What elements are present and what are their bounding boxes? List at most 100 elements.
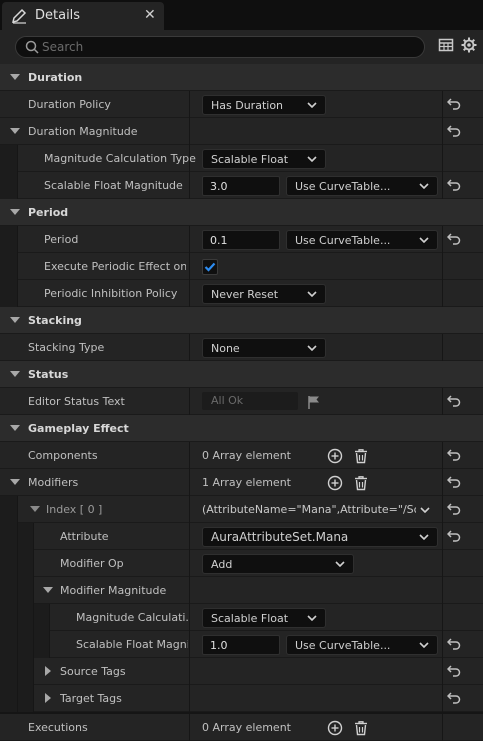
property-label: Components [28, 449, 98, 462]
search-icon [25, 40, 39, 54]
tab-title: Details [35, 8, 81, 23]
category-title: Period [28, 206, 69, 219]
tab-bar: Details ✕ [0, 0, 483, 30]
reset-to-default-icon[interactable] [447, 98, 461, 110]
dropdown-value: Use CurveTable... [295, 639, 391, 652]
chevron-down-icon [419, 534, 429, 540]
chevron-down-icon [419, 183, 429, 189]
chevron-down-icon [307, 615, 317, 621]
trash-icon[interactable] [353, 475, 369, 491]
period-value-input[interactable]: 0.1 [202, 230, 280, 250]
property-scalable-float-magnitude: Scalable Float Magnitude 3.0 Use CurveTa… [0, 172, 483, 199]
chevron-down-icon [419, 237, 429, 243]
stacking-type-dropdown[interactable]: None [202, 338, 326, 358]
reset-to-default-icon[interactable] [447, 233, 461, 245]
property-label: Stacking Type [28, 341, 105, 354]
dropdown-value: Has Duration [211, 99, 284, 112]
array-count: 1 Array element [202, 476, 291, 489]
modifier-op-dropdown[interactable]: Add [202, 554, 354, 574]
property-modifier-op: Modifier Op Add [0, 550, 483, 577]
duration-policy-dropdown[interactable]: Has Duration [202, 95, 326, 115]
magnitude-value-input[interactable]: 1.0 [202, 635, 280, 655]
reset-to-default-icon[interactable] [447, 665, 461, 677]
trash-icon[interactable] [353, 720, 369, 736]
category-period[interactable]: Period [0, 199, 483, 226]
property-magnitude-calculation-type: Magnitude Calculation Type Scalable Floa… [0, 145, 483, 172]
property-label: Executions [28, 721, 88, 734]
add-element-icon[interactable] [327, 448, 343, 464]
array-count: 0 Array element [202, 449, 291, 462]
collapse-arrow-icon[interactable] [10, 209, 20, 215]
reset-to-default-icon[interactable] [447, 530, 461, 542]
execute-periodic-checkbox[interactable] [202, 259, 218, 275]
collapse-arrow-icon[interactable] [10, 479, 20, 485]
property-label: Scalable Float Magni... [76, 638, 188, 651]
property-label: Target Tags [60, 692, 122, 705]
property-label: Attribute [60, 530, 109, 543]
inhibition-policy-dropdown[interactable]: Never Reset [202, 284, 326, 304]
calculation-type-dropdown[interactable]: Scalable Float [202, 149, 326, 169]
gear-icon[interactable] [461, 37, 477, 53]
collapse-arrow-icon[interactable] [30, 506, 40, 512]
trash-icon[interactable] [353, 448, 369, 464]
collapse-arrow-icon[interactable] [10, 425, 20, 431]
curve-table-dropdown[interactable]: Use CurveTable... [286, 230, 438, 250]
chevron-down-icon[interactable] [420, 507, 430, 513]
dropdown-value: AuraAttributeSet.Mana [211, 530, 349, 544]
property-label: Modifiers [28, 476, 79, 489]
expand-arrow-icon[interactable] [45, 666, 51, 676]
reset-to-default-icon[interactable] [447, 476, 461, 488]
collapse-arrow-icon[interactable] [10, 74, 20, 80]
property-label: Periodic Inhibition Policy [44, 287, 178, 300]
checkmark-icon [204, 262, 216, 272]
collapse-arrow-icon[interactable] [43, 587, 53, 593]
array-count: 0 Array element [202, 721, 291, 734]
search-input[interactable] [42, 38, 412, 56]
property-source-tags: Source Tags [0, 658, 483, 685]
reset-to-default-icon[interactable] [447, 395, 461, 407]
expand-arrow-icon[interactable] [45, 693, 51, 703]
reset-to-default-icon[interactable] [447, 179, 461, 191]
curve-table-dropdown[interactable]: Use CurveTable... [286, 635, 438, 655]
collapse-arrow-icon[interactable] [10, 371, 20, 377]
reset-to-default-icon[interactable] [447, 503, 461, 515]
category-title: Gameplay Effect [28, 422, 129, 435]
property-nested-scalable-float-magnitude: Scalable Float Magni... 1.0 Use CurveTab… [0, 631, 483, 658]
property-duration-policy: Duration Policy Has Duration [0, 91, 483, 118]
property-label: Index [ 0 ] [46, 503, 103, 516]
category-gameplay-effect[interactable]: Gameplay Effect [0, 415, 483, 442]
chevron-down-icon [307, 345, 317, 351]
table-view-icon[interactable] [438, 37, 454, 53]
property-label: Magnitude Calculation Type [44, 152, 196, 165]
property-stacking-type: Stacking Type None [0, 334, 483, 361]
reset-to-default-icon[interactable] [447, 692, 461, 704]
tab-details[interactable]: Details ✕ [2, 2, 164, 30]
dropdown-value: Add [211, 558, 233, 571]
magnitude-calc-dropdown[interactable]: Scalable Float [202, 608, 326, 628]
category-duration[interactable]: Duration [0, 64, 483, 91]
category-stacking[interactable]: Stacking [0, 307, 483, 334]
flag-icon[interactable] [306, 394, 322, 410]
collapse-arrow-icon[interactable] [10, 128, 20, 134]
magnitude-value-input[interactable]: 3.0 [202, 176, 280, 196]
property-target-tags: Target Tags [0, 685, 483, 712]
input-value: 1.0 [210, 639, 228, 652]
reset-to-default-icon[interactable] [447, 449, 461, 461]
add-element-icon[interactable] [327, 475, 343, 491]
reset-to-default-icon[interactable] [447, 638, 461, 650]
editor-status-field: All Ok [202, 392, 298, 410]
collapse-arrow-icon[interactable] [10, 317, 20, 323]
curve-table-dropdown[interactable]: Use CurveTable... [286, 176, 438, 196]
attribute-dropdown[interactable]: AuraAttributeSet.Mana [202, 527, 438, 547]
search-box[interactable] [15, 36, 425, 58]
property-modifier-magnitude: Modifier Magnitude [0, 577, 483, 604]
add-element-icon[interactable] [327, 720, 343, 736]
property-label: Source Tags [60, 665, 126, 678]
close-icon[interactable]: ✕ [144, 7, 156, 23]
index-summary: (AttributeName="Mana",Attribute="/Scr [202, 503, 416, 516]
category-status[interactable]: Status [0, 361, 483, 388]
property-duration-magnitude: Duration Magnitude [0, 118, 483, 145]
property-modifiers: Modifiers 1 Array element [0, 469, 483, 496]
reset-to-default-icon[interactable] [447, 125, 461, 137]
chevron-down-icon [335, 561, 345, 567]
